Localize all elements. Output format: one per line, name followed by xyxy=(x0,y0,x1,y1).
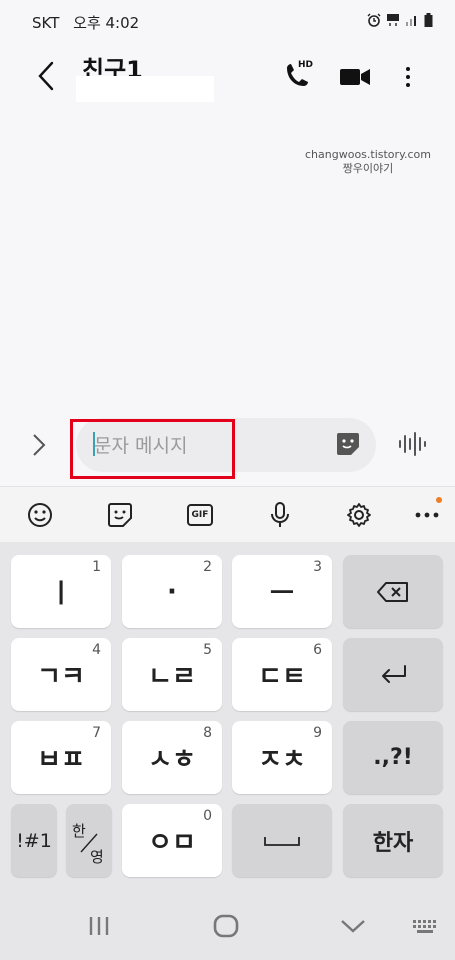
expand-button[interactable] xyxy=(24,430,54,460)
battery-icon xyxy=(424,13,433,27)
key-label: ㄱㅋ xyxy=(37,662,85,692)
navigation-bar xyxy=(0,890,455,960)
key-g-k[interactable]: 4 ㄱㅋ xyxy=(11,638,111,711)
key-o-m[interactable]: 0 ㅇㅁ xyxy=(122,804,222,877)
key-number: 5 xyxy=(203,642,212,658)
recent-apps-icon[interactable] xyxy=(88,916,110,936)
more-dot-icon xyxy=(406,83,410,87)
more-options-button[interactable] xyxy=(396,60,420,94)
key-number: 8 xyxy=(203,725,212,741)
key-label: ㅈㅊ xyxy=(258,745,306,775)
sticker-tab-button[interactable] xyxy=(105,500,135,530)
punctuation-key[interactable]: .,?! xyxy=(343,721,443,794)
key-b-p[interactable]: 7 ㅂㅍ xyxy=(11,721,111,794)
gif-button[interactable]: GIF xyxy=(185,500,215,530)
key-label: ㅡ xyxy=(270,579,294,609)
hd-badge: HD xyxy=(298,60,314,70)
language-toggle-key[interactable]: 한 영 xyxy=(66,804,112,877)
hanja-key[interactable]: 한자 xyxy=(343,804,443,877)
key-number: 1 xyxy=(92,559,101,575)
toolbar-more-button[interactable] xyxy=(412,500,442,530)
chevron-down-icon[interactable] xyxy=(340,918,366,934)
enter-key[interactable] xyxy=(343,638,443,711)
key-number: 4 xyxy=(92,642,101,658)
keyboard-toolbar: GIF xyxy=(0,486,455,542)
key-i[interactable]: 1 ㅣ xyxy=(11,555,111,628)
sticker-icon xyxy=(337,433,359,455)
gif-label: GIF xyxy=(191,510,209,520)
backspace-icon xyxy=(377,581,408,602)
keyboard-icon[interactable] xyxy=(411,918,439,936)
more-horizontal-icon xyxy=(415,512,439,518)
video-call-button[interactable] xyxy=(338,62,372,92)
network-5g-icon xyxy=(387,14,399,26)
back-button[interactable] xyxy=(28,58,64,94)
lang-english: 영 xyxy=(90,848,104,866)
audio-wave-icon xyxy=(399,432,426,456)
signal-icon xyxy=(406,16,416,26)
key-dot[interactable]: 2 · xyxy=(122,555,222,628)
watermark: changwoos.tistory.com 짱우이야기 xyxy=(305,148,431,176)
back-arrow-icon xyxy=(38,61,54,91)
key-s-h[interactable]: 8 ㅅㅎ xyxy=(122,721,222,794)
watermark-url: changwoos.tistory.com xyxy=(305,148,431,161)
key-label: 한자 xyxy=(372,830,414,856)
space-key[interactable] xyxy=(232,804,332,877)
key-label: ㅇㅁ xyxy=(148,828,196,858)
space-icon xyxy=(264,836,300,846)
conversation-header: 친구1 HD xyxy=(0,42,455,112)
backspace-key[interactable] xyxy=(343,555,443,628)
gear-icon xyxy=(347,503,371,527)
voice-record-button[interactable] xyxy=(396,430,428,458)
notification-dot xyxy=(436,497,442,503)
redacted-number xyxy=(76,76,214,102)
key-number: 9 xyxy=(313,725,322,741)
key-eu[interactable]: 3 ㅡ xyxy=(232,555,332,628)
emoji-button[interactable] xyxy=(25,500,55,530)
sticker-outline-icon xyxy=(108,503,132,527)
key-number: 6 xyxy=(313,642,322,658)
watermark-title: 짱우이야기 xyxy=(342,162,394,175)
enter-icon xyxy=(382,664,406,683)
carrier-label: SKT xyxy=(32,14,60,32)
key-d-t[interactable]: 6 ㄷㅌ xyxy=(232,638,332,711)
status-bar: SKT 오후 4:02 xyxy=(0,0,455,42)
key-number: 7 xyxy=(92,725,101,741)
key-label: !#1 xyxy=(16,829,52,852)
composer-row: 문자 메시지 xyxy=(0,410,455,482)
alarm-icon xyxy=(367,13,381,27)
key-n-r[interactable]: 5 ㄴㄹ xyxy=(122,638,222,711)
sticker-button[interactable] xyxy=(334,430,362,458)
more-dot-icon xyxy=(406,67,410,71)
highlight-annotation xyxy=(70,419,235,479)
emoji-icon xyxy=(28,503,52,527)
key-number: 3 xyxy=(313,559,322,575)
symbols-key[interactable]: !#1 xyxy=(11,804,57,877)
key-label: ㅅㅎ xyxy=(148,745,196,775)
microphone-icon xyxy=(271,502,289,527)
voice-input-button[interactable] xyxy=(265,500,295,530)
key-number: 2 xyxy=(203,559,212,575)
chevron-right-icon xyxy=(33,434,46,456)
key-label: .,?! xyxy=(373,745,413,770)
key-number: 0 xyxy=(203,808,212,824)
home-icon[interactable] xyxy=(213,914,239,938)
clock: 오후 4:02 xyxy=(73,14,140,32)
key-label: ㄷㅌ xyxy=(258,662,306,692)
video-camera-icon xyxy=(340,69,370,85)
key-j-ch[interactable]: 9 ㅈㅊ xyxy=(232,721,332,794)
key-label: ㄴㄹ xyxy=(148,662,196,692)
key-label: ㅣ xyxy=(49,579,73,609)
keyboard-settings-button[interactable] xyxy=(344,500,374,530)
key-label: · xyxy=(167,576,177,607)
more-dot-icon xyxy=(406,75,410,79)
key-label: ㅂㅍ xyxy=(37,745,85,775)
